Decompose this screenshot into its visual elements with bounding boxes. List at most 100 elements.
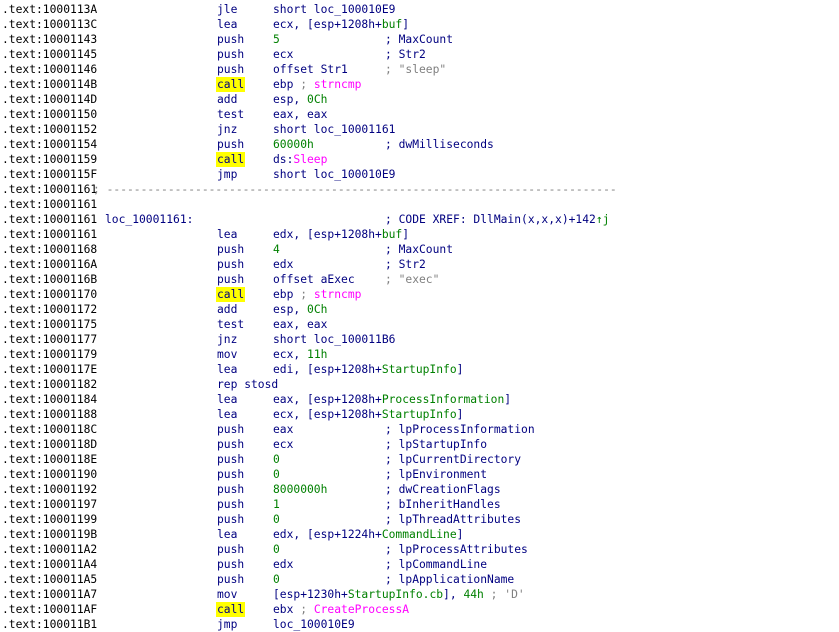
address[interactable]: .text:10001145 [2, 47, 97, 62]
address[interactable]: .text:10001159 [2, 152, 97, 167]
operand-token[interactable]: StartupInfo [382, 363, 457, 376]
address[interactable]: .text:1000113A [2, 2, 97, 17]
disasm-line[interactable]: .text:1000117E lea edi, [esp+1208h+Startup… [0, 362, 839, 377]
mnemonic[interactable]: push [217, 482, 244, 497]
operands[interactable]: ecx [273, 47, 293, 62]
address[interactable]: .text:10001161 [2, 197, 97, 212]
address[interactable]: .text:100011B1 [2, 617, 97, 632]
operands[interactable]: short loc_100011B6 [273, 332, 395, 347]
operand-token[interactable]: CommandLine [382, 528, 457, 541]
address[interactable]: .text:100011A2 [2, 542, 97, 557]
disasm-line[interactable]: .text:10001161; ------------------------… [0, 182, 839, 197]
mnemonic[interactable]: push [217, 422, 244, 437]
disasm-line[interactable]: .text:10001192 push 8000000h ; dwCreationFl… [0, 482, 839, 497]
disasm-line[interactable]: .text:10001161 [0, 197, 839, 212]
operands[interactable]: [esp+1230h+StartupInfo.cb], 44h ; 'D' [273, 587, 525, 602]
address[interactable]: .text:1000119B [2, 527, 97, 542]
mnemonic[interactable]: test [217, 107, 244, 122]
operands[interactable]: ebp ; strncmp [273, 287, 361, 302]
address[interactable]: .text:1000115F [2, 167, 97, 182]
disasm-line[interactable]: .text:1000119B lea edx, [esp+1224h+Command… [0, 527, 839, 542]
operands[interactable]: 0 [273, 452, 280, 467]
disasm-line[interactable]: .text:10001177 jnz short loc_100011B6 [0, 332, 839, 347]
operands[interactable]: offset aExec [273, 272, 355, 287]
mnemonic[interactable]: lea [217, 392, 237, 407]
address[interactable]: .text:10001197 [2, 497, 97, 512]
disasm-line[interactable]: .text:10001143 push 5 ; MaxCount [0, 32, 839, 47]
address[interactable]: .text:1000117E [2, 362, 97, 377]
operands[interactable]: ecx, [esp+1208h+StartupInfo] [273, 407, 463, 422]
mnemonic[interactable]: lea [217, 227, 237, 242]
mnemonic[interactable]: push [217, 62, 244, 77]
operands[interactable]: ebx ; CreateProcessA [273, 602, 409, 617]
mnemonic[interactable]: mov [217, 347, 237, 362]
operands[interactable]: 8000000h [273, 482, 327, 497]
operands[interactable]: ecx, 11h [273, 347, 327, 362]
operands[interactable]: ecx, [esp+1208h+buf] [273, 17, 409, 32]
disasm-line[interactable]: .text:100011A7 mov [esp+1230h+StartupInfo.… [0, 587, 839, 602]
operands[interactable]: 0 [273, 572, 280, 587]
address[interactable]: .text:100011AF [2, 602, 97, 617]
operands[interactable]: edx, [esp+1208h+buf] [273, 227, 409, 242]
mnemonic[interactable]: jnz [217, 332, 237, 347]
operands[interactable]: 4 [273, 242, 280, 257]
address[interactable]: .text:10001192 [2, 482, 97, 497]
address[interactable]: .text:10001168 [2, 242, 97, 257]
disasm-line[interactable]: .text:1000116A push edx ; Str2 [0, 257, 839, 272]
disasm-line[interactable]: .text:10001199 push 0 ; lpThreadAttributes [0, 512, 839, 527]
operands[interactable]: offset Str1 [273, 62, 348, 77]
address[interactable]: .text:10001172 [2, 302, 97, 317]
disasm-line[interactable]: .text:100011A2 push 0 ; lpProcessAttributes [0, 542, 839, 557]
operand-token[interactable]: strncmp [314, 288, 362, 301]
mnemonic[interactable]: push [217, 47, 244, 62]
operands[interactable]: 60000h [273, 137, 314, 152]
address[interactable]: .text:1000116A [2, 257, 97, 272]
xref-arrow-icon[interactable]: ↑j [596, 213, 610, 226]
address[interactable]: .text:10001161 [2, 182, 97, 197]
operands[interactable]: edx, [esp+1224h+CommandLine] [273, 527, 463, 542]
mnemonic[interactable]: push [217, 467, 244, 482]
mnemonic[interactable]: lea [217, 527, 237, 542]
mnemonic[interactable]: push [217, 557, 244, 572]
mnemonic[interactable]: push [217, 572, 244, 587]
mnemonic[interactable]: add [217, 302, 237, 317]
operand-token[interactable]: strncmp [314, 78, 362, 91]
disasm-line[interactable]: .text:100011AF call ebx ; CreateProcessA [0, 602, 839, 617]
mnemonic[interactable]: push [217, 437, 244, 452]
operand-token[interactable]: buf [382, 18, 402, 31]
address[interactable]: .text:10001184 [2, 392, 97, 407]
operands[interactable]: eax, eax [273, 317, 327, 332]
operands[interactable]: ecx [273, 437, 293, 452]
operands[interactable]: 0 [273, 542, 280, 557]
mnemonic[interactable]: jmp [217, 167, 237, 182]
mnemonic[interactable]: push [217, 257, 244, 272]
mnemonic[interactable]: rep stosd [217, 377, 278, 392]
address[interactable]: .text:10001152 [2, 122, 97, 137]
operands[interactable]: edx [273, 257, 293, 272]
disasm-line[interactable]: .text:10001146 push offset Str1 ; "sleep" [0, 62, 839, 77]
disasm-line[interactable]: .text:1000116B push offset aExec ; "exec" [0, 272, 839, 287]
mnemonic[interactable]: push [217, 32, 244, 47]
operands[interactable]: 1 [273, 497, 280, 512]
address[interactable]: .text:10001188 [2, 407, 97, 422]
disasm-line[interactable]: .text:10001175 test eax, eax [0, 317, 839, 332]
disasm-line[interactable]: .text:10001184 lea eax, [esp+1208h+Process… [0, 392, 839, 407]
address[interactable]: .text:1000116B [2, 272, 97, 287]
operands[interactable]: ebp ; strncmp [273, 77, 361, 92]
address[interactable]: .text:1000114B [2, 77, 97, 92]
disasm-line[interactable]: .text:10001182 rep stosd [0, 377, 839, 392]
disasm-line[interactable]: .text:1000113A jle short loc_100010E9 [0, 2, 839, 17]
disassembly-listing[interactable]: .text:1000113A jle short loc_100010E9 .text… [0, 2, 839, 632]
mnemonic[interactable]: call [216, 152, 246, 167]
mnemonic[interactable]: lea [217, 407, 237, 422]
address[interactable]: .text:10001161 [2, 227, 97, 242]
disasm-line[interactable]: .text:1000113C lea ecx, [esp+1208h+buf] [0, 17, 839, 32]
disasm-line[interactable]: .text:10001159 call ds:Sleep [0, 152, 839, 167]
address[interactable]: .text:10001146 [2, 62, 97, 77]
operands[interactable]: short loc_100010E9 [273, 2, 395, 17]
disasm-line[interactable]: .text:1000118C push eax ; lpProcessInformat… [0, 422, 839, 437]
disasm-line[interactable]: .text:10001168 push 4 ; MaxCount [0, 242, 839, 257]
disasm-line[interactable]: .text:10001190 push 0 ; lpEnvironment [0, 467, 839, 482]
mnemonic[interactable]: push [217, 137, 244, 152]
address[interactable]: .text:10001179 [2, 347, 97, 362]
